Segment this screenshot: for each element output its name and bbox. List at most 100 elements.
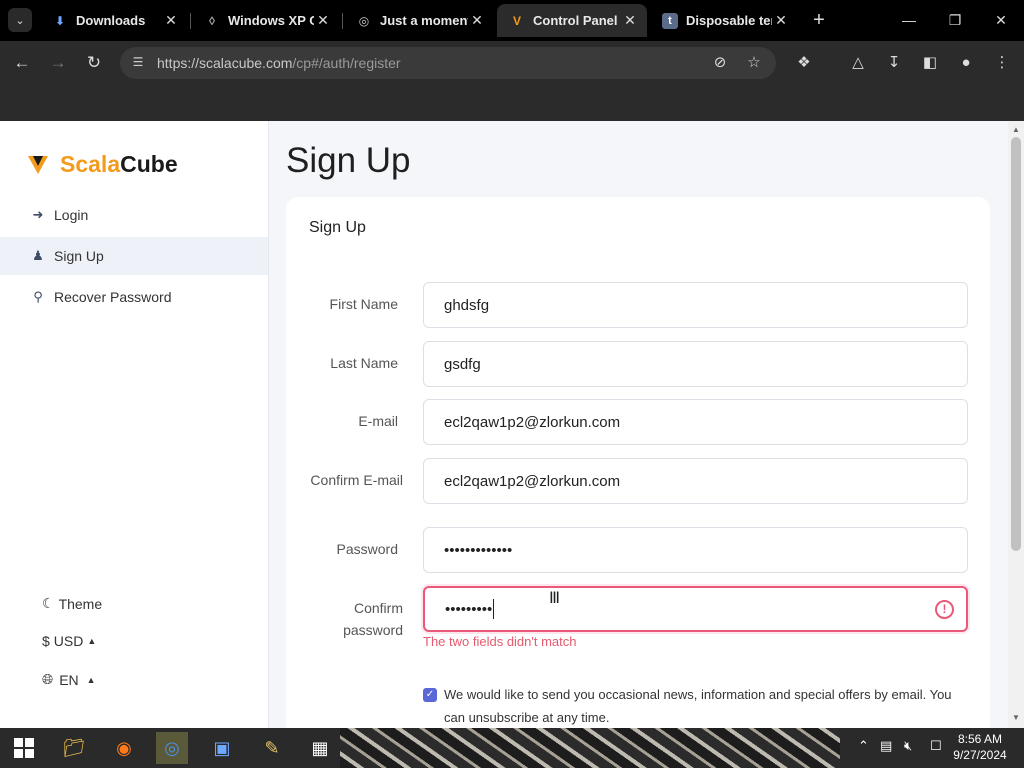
scroll-up-icon[interactable]: ▲ <box>1011 125 1021 134</box>
close-window-button[interactable]: ✕ <box>989 8 1013 32</box>
tab-disposable[interactable]: t Disposable ter ✕ <box>650 4 798 37</box>
sidebar-item-label: Recover Password <box>54 289 172 305</box>
new-tab-button[interactable]: + <box>808 9 830 31</box>
url-host: https://scalacube.com <box>157 55 293 71</box>
error-icon: ! <box>935 600 954 619</box>
file-explorer-icon[interactable]: 📁︎ <box>58 732 90 764</box>
download-icon[interactable]: ↧ <box>884 53 904 73</box>
close-icon[interactable]: ✕ <box>162 12 180 29</box>
back-button[interactable]: ← <box>11 52 33 74</box>
card-title: Sign Up <box>309 219 366 236</box>
sidebar-item-recover-password[interactable]: ⚲ Recover Password <box>0 278 268 316</box>
password-value: ••••••••••••• <box>444 541 513 559</box>
close-icon[interactable]: ✕ <box>468 12 486 29</box>
chrome-icon[interactable]: ◎ <box>156 732 188 764</box>
brand-name-part2: Cube <box>120 151 178 177</box>
tab-title: Just a moment <box>380 13 468 28</box>
forward-button[interactable]: → <box>47 52 69 74</box>
scroll-down-icon[interactable]: ▼ <box>1011 713 1021 722</box>
first-name-label: First Name <box>329 296 398 312</box>
system-clock[interactable]: 8:56 AM 9/27/2024 <box>950 731 1010 763</box>
tab-separator <box>190 13 191 29</box>
app-window-icon[interactable]: ▦ <box>304 732 336 764</box>
tab-title: Control Panel - <box>533 13 621 28</box>
clock-date: 9/27/2024 <box>953 748 1007 762</box>
paint-icon[interactable]: ✎ <box>256 732 288 764</box>
email-field[interactable]: ecl2qaw1p2@zlorkun.com <box>423 399 968 445</box>
text-cursor-icon: Ⅲ <box>549 590 561 607</box>
brand-name-part1: Scala <box>60 151 121 177</box>
tab-separator <box>342 13 343 29</box>
page-content: Scala Cube ➜ Login ♟ Sign Up ⚲ Recover Pa… <box>0 121 1024 728</box>
start-button[interactable] <box>8 732 40 764</box>
side-panel-icon[interactable]: ◧ <box>920 53 940 73</box>
last-name-label: Last Name <box>330 355 398 371</box>
caret-up-icon: ▲ <box>87 636 97 646</box>
last-name-field[interactable]: gsdfg <box>423 341 968 387</box>
scalacube-logo-icon <box>28 155 48 174</box>
currency-label: USD <box>53 633 84 649</box>
t-icon: t <box>662 12 678 29</box>
moon-icon: ☾ <box>42 595 55 611</box>
text-caret <box>493 599 495 619</box>
confirm-password-field[interactable]: ••••••••• ! <box>423 586 968 632</box>
extensions-icon[interactable]: ❖ <box>794 53 814 73</box>
page-title: Sign Up <box>286 141 411 180</box>
network-icon[interactable]: ▤ <box>880 738 892 754</box>
confirm-email-field[interactable]: ecl2qaw1p2@zlorkun.com <box>423 458 968 504</box>
tray-chevron-icon[interactable]: ⌃ <box>858 738 869 754</box>
language-selector[interactable]: 🌐︎ EN ▲ <box>42 671 96 688</box>
last-name-value: gsdfg <box>444 355 481 373</box>
url-path: /cp#/auth/register <box>292 55 401 71</box>
tab-strip: ⌄ ⬇ Downloads ✕ ◊ Windows XP O ✕ ◎ Just … <box>0 0 1024 41</box>
star-icon[interactable]: ☆ <box>744 53 764 73</box>
scalacube-icon: V <box>512 13 521 28</box>
sidebar-item-login[interactable]: ➜ Login <box>0 196 268 234</box>
tab-downloads[interactable]: ⬇ Downloads ✕ <box>40 4 188 37</box>
close-icon[interactable]: ✕ <box>314 12 332 29</box>
windows-logo-icon <box>14 738 34 758</box>
theme-toggle[interactable]: ☾ Theme <box>42 595 102 612</box>
first-name-value: ghdsfg <box>444 296 490 314</box>
newsletter-consent[interactable]: ✓ We would like to send you occasional n… <box>423 683 968 728</box>
sidebar-item-sign-up[interactable]: ♟ Sign Up <box>0 237 268 275</box>
first-name-field[interactable]: ghdsfg <box>423 282 968 328</box>
email-value: ecl2qaw1p2@zlorkun.com <box>444 413 621 431</box>
minimize-button[interactable]: — <box>897 8 921 32</box>
labs-icon[interactable]: △ <box>848 53 868 73</box>
windows-xp-app-icon[interactable]: ▣ <box>206 732 238 764</box>
site-info-icon[interactable]: ☰ <box>130 55 146 71</box>
tab-search-button[interactable]: ⌄ <box>8 8 32 32</box>
firefox-icon[interactable]: ◉ <box>108 732 140 764</box>
notification-icon[interactable]: ☐ <box>930 738 942 754</box>
restore-button[interactable]: ❐ <box>943 8 967 32</box>
volume-muted-icon[interactable]: 🔇︎ <box>904 738 912 754</box>
tab-title: Windows XP O <box>228 13 314 28</box>
close-icon[interactable]: ✕ <box>621 12 639 29</box>
currency-selector[interactable]: $ USD ▲ <box>42 633 96 649</box>
address-bar[interactable]: ☰ https://scalacube.com/cp#/auth/registe… <box>120 47 776 79</box>
language-label: EN <box>59 671 79 688</box>
confirm-password-label: Confirm password <box>343 600 403 638</box>
download-icon: ⬇ <box>54 13 66 28</box>
page-scrollbar[interactable]: ▲ ▼ <box>1008 121 1024 728</box>
caret-up-icon: ▲ <box>86 674 96 685</box>
theme-label: Theme <box>58 595 103 612</box>
scrollbar-thumb[interactable] <box>1011 137 1021 551</box>
tab-windows-xp[interactable]: ◊ Windows XP O ✕ <box>192 4 340 37</box>
sidebar-item-label: Sign Up <box>54 248 104 264</box>
tab-control-panel[interactable]: V Control Panel - ✕ <box>497 4 647 37</box>
close-icon[interactable]: ✕ <box>772 12 790 29</box>
profile-icon[interactable]: ● <box>956 53 976 73</box>
signup-card: Sign Up First Name ghdsfg Last Name gsdf… <box>286 197 990 728</box>
xp-icon: ◊ <box>209 13 215 28</box>
password-field[interactable]: ••••••••••••• <box>423 527 968 573</box>
clock-time: 8:56 AM <box>957 732 1003 746</box>
newsletter-checkbox[interactable]: ✓ <box>423 688 437 702</box>
globe-icon: 🌐︎ <box>42 671 54 687</box>
eye-off-icon[interactable]: ⊘ <box>710 53 730 73</box>
menu-icon[interactable]: ⋮ <box>992 53 1012 73</box>
reload-button[interactable]: ↻ <box>83 52 105 74</box>
tab-just-a-moment[interactable]: ◎ Just a moment ✕ <box>344 4 494 37</box>
brand-logo[interactable]: Scala Cube <box>28 151 178 178</box>
